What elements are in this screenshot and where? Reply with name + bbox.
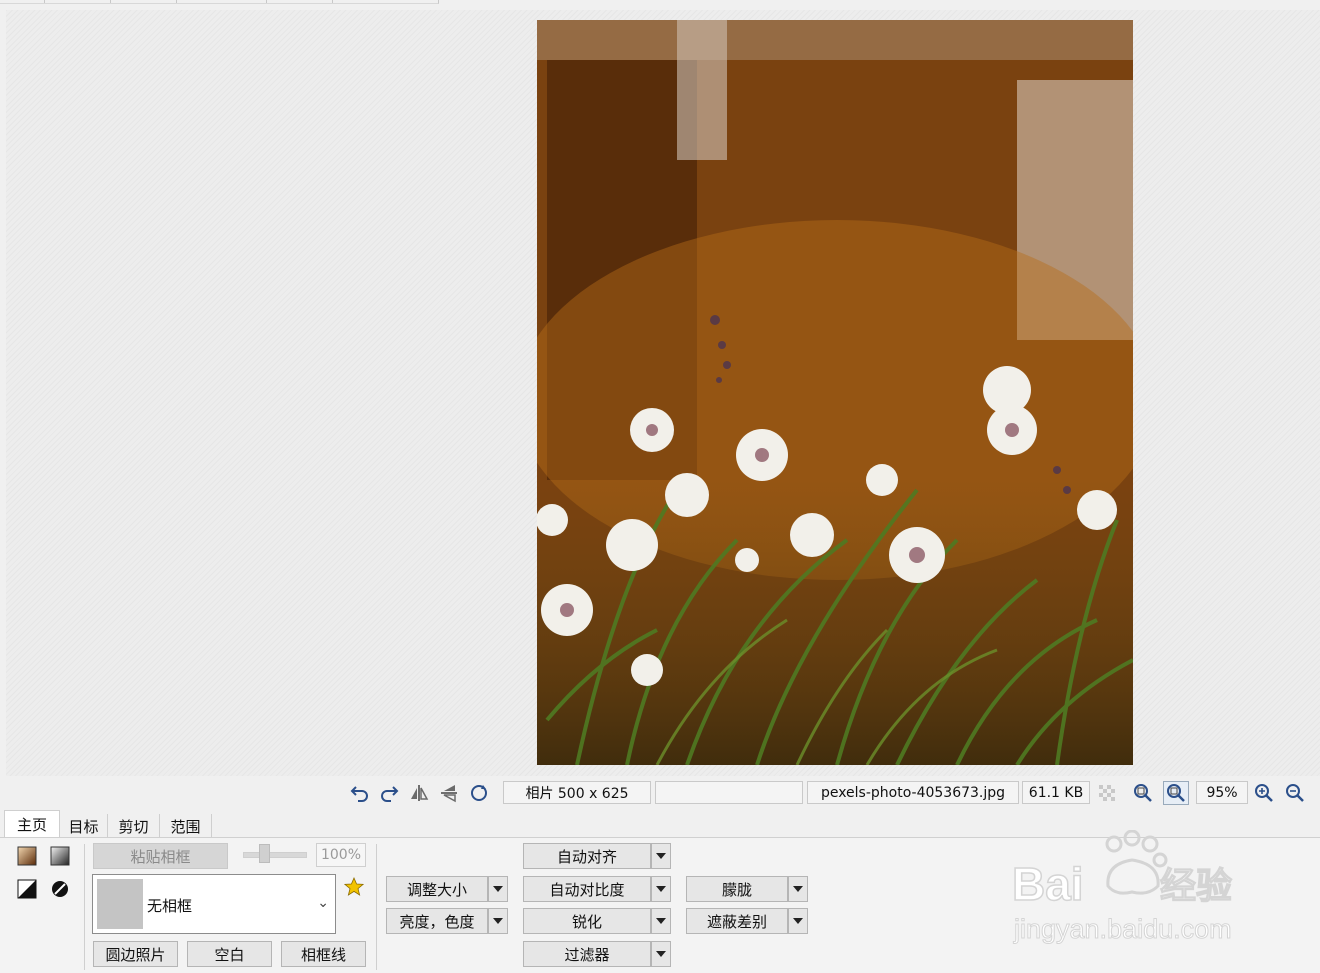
brightness-color-dropdown[interactable] (488, 908, 508, 934)
tab-home[interactable]: 主页 (4, 810, 60, 838)
checkerboard-icon[interactable] (1094, 781, 1120, 805)
frame-line-button[interactable]: 相框线 (281, 941, 366, 967)
blur-button[interactable]: 朦胧 (686, 876, 788, 902)
opacity-slider-track[interactable] (243, 852, 307, 858)
baidu-watermark: Bai 经验 jingyan.baidu.com (1010, 830, 1260, 950)
undo-icon[interactable] (347, 781, 373, 805)
divider (376, 844, 377, 970)
resize-button[interactable]: 调整大小 (386, 876, 488, 902)
frame-thumbnail (97, 879, 143, 929)
ring-icon[interactable] (50, 879, 70, 899)
zoom-actual-icon[interactable] (1163, 781, 1189, 805)
blank-button[interactable]: 空白 (187, 941, 272, 967)
filename-readout: pexels-photo-4053673.jpg (807, 781, 1019, 804)
tab-range[interactable]: 范围 (160, 814, 212, 838)
flip-vertical-icon[interactable] (436, 781, 462, 805)
photo-size-readout: 相片 500 x 625 (503, 781, 651, 804)
auto-contrast-dropdown[interactable] (651, 876, 671, 902)
tab-target[interactable]: 目标 (60, 814, 108, 838)
top-tab-stub[interactable] (44, 0, 111, 4)
filter-dropdown[interactable] (651, 941, 671, 967)
star-icon[interactable] (343, 876, 365, 897)
rotate-icon[interactable] (466, 781, 492, 805)
zoom-out-icon[interactable] (1282, 781, 1308, 805)
mask-diff-dropdown[interactable] (788, 908, 808, 934)
chevron-down-icon: ⌄ (317, 895, 329, 911)
zoom-fit-icon[interactable] (1130, 781, 1156, 805)
auto-align-button[interactable]: 自动对齐 (523, 843, 651, 869)
top-tab-stub[interactable] (0, 0, 45, 4)
filter-button[interactable]: 过滤器 (523, 941, 651, 967)
watermark-url: jingyan.baidu.com (1013, 914, 1232, 944)
sharpen-dropdown[interactable] (651, 908, 671, 934)
redo-icon[interactable] (376, 781, 402, 805)
resize-dropdown[interactable] (488, 876, 508, 902)
zoom-in-icon[interactable] (1251, 781, 1277, 805)
top-strip (0, 0, 1320, 6)
bw-triangle-icon[interactable] (17, 879, 37, 899)
blur-dropdown[interactable] (788, 876, 808, 902)
photo-preview[interactable] (537, 20, 1133, 765)
status-blank-field (655, 781, 803, 804)
paste-frame-button[interactable]: 粘贴相框 (93, 843, 228, 869)
gradient-gray-icon[interactable] (50, 846, 70, 866)
frame-select[interactable]: 无相框 ⌄ (92, 874, 336, 934)
status-bar: 相片 500 x 625 pexels-photo-4053673.jpg 61… (0, 778, 1320, 808)
flip-horizontal-icon[interactable] (406, 781, 432, 805)
mask-diff-button[interactable]: 遮蔽差别 (686, 908, 788, 934)
watermark-brand-cn: 经验 (1160, 866, 1232, 907)
auto-align-dropdown[interactable] (651, 843, 671, 869)
divider (84, 844, 85, 970)
opacity-field[interactable]: 100% (316, 843, 366, 867)
auto-contrast-button[interactable]: 自动对比度 (523, 876, 651, 902)
tab-crop[interactable]: 剪切 (108, 814, 160, 838)
top-tab-stub[interactable] (332, 0, 439, 4)
watermark-brand-bai: Bai (1012, 858, 1084, 910)
top-tab-stub[interactable] (266, 0, 333, 4)
image-canvas[interactable] (6, 10, 1320, 776)
zoom-level[interactable]: 95% (1196, 781, 1248, 804)
opacity-slider-thumb[interactable] (259, 844, 270, 863)
filesize-readout: 61.1 KB (1022, 781, 1090, 804)
brightness-color-button[interactable]: 亮度，色度 (386, 908, 488, 934)
top-tab-stub[interactable] (176, 0, 267, 4)
frame-select-value: 无相框 (147, 897, 193, 915)
gradient-brown-icon[interactable] (17, 846, 37, 866)
sharpen-button[interactable]: 锐化 (523, 908, 651, 934)
top-tab-stub[interactable] (110, 0, 177, 4)
rounded-photo-button[interactable]: 圆边照片 (93, 941, 178, 967)
